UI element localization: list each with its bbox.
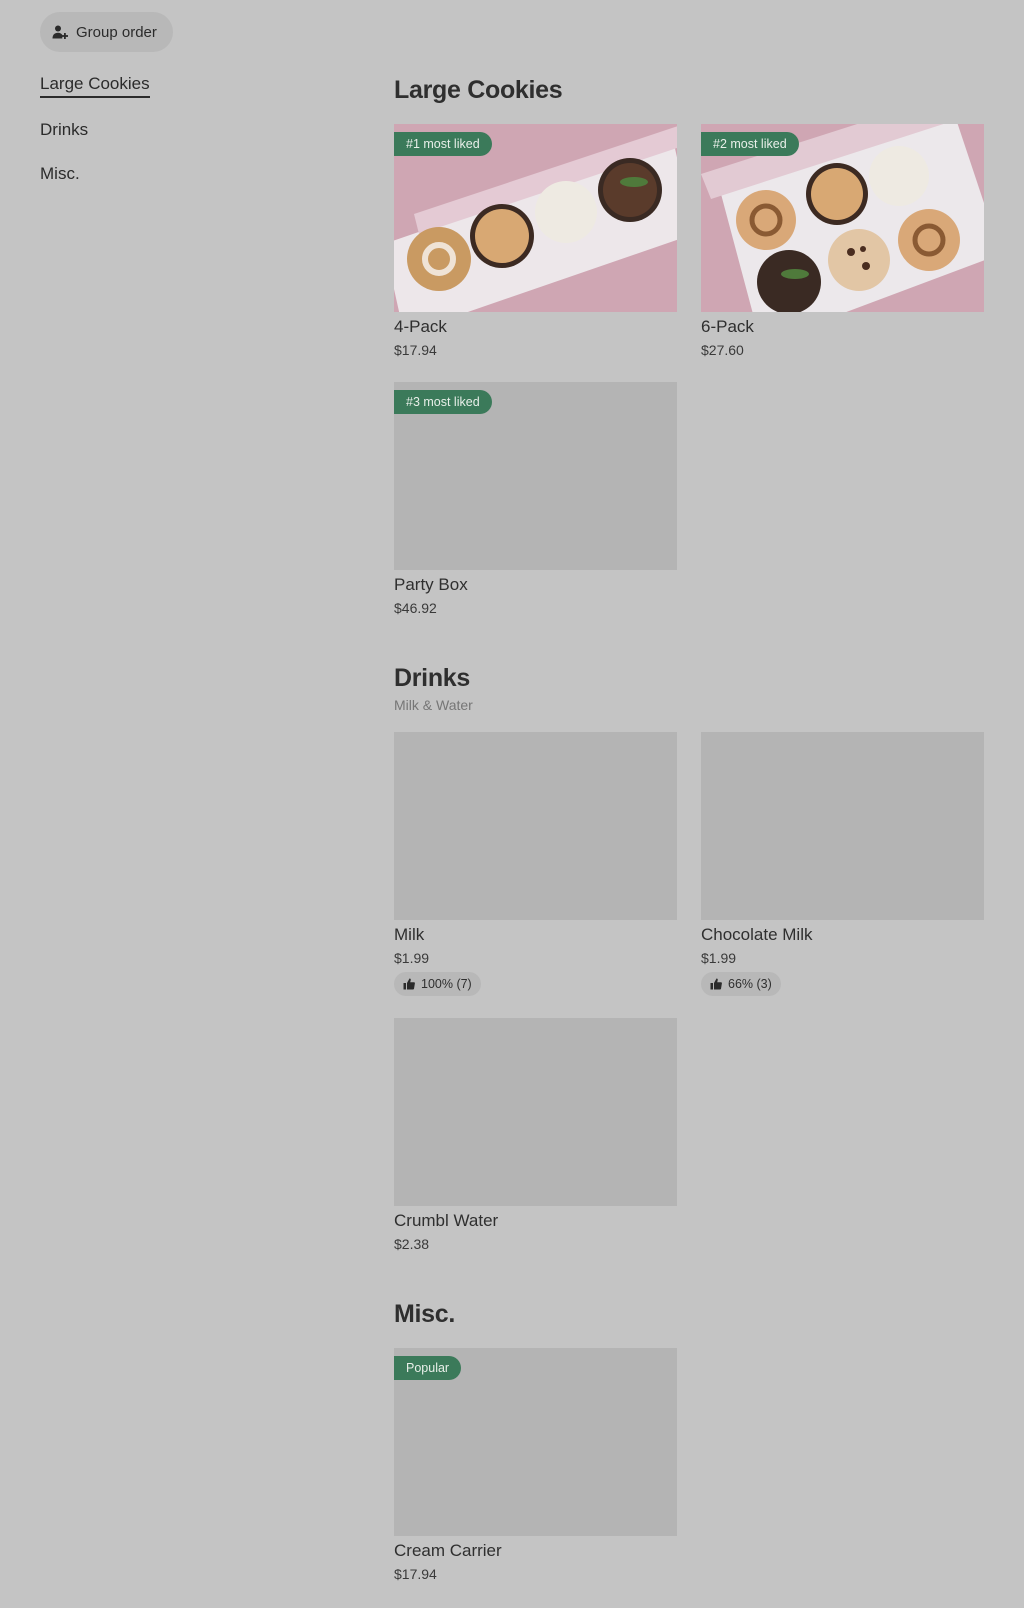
group-order-label: Group order [76,23,157,41]
add-person-icon [52,25,68,39]
item-badge: #2 most liked [701,132,799,156]
item-image: #1 most liked [394,124,677,312]
item-price: $27.60 [701,342,744,358]
nav-item-large-cookies[interactable]: Large Cookies [40,74,150,98]
item-price: $17.94 [394,342,437,358]
item-image [394,732,677,920]
item-name: 4-Pack [394,317,447,336]
menu-item-card[interactable]: Milk $1.99 100% (7) [394,732,677,996]
item-badge: Popular [394,1356,462,1380]
item-name: Chocolate Milk [701,925,813,944]
section-title-large-cookies: Large Cookies [394,76,563,104]
item-image [701,732,984,920]
group-order-button[interactable]: Group order [40,12,173,52]
item-image: #2 most liked [701,124,984,312]
item-name: Cream Carrier [394,1541,502,1560]
rating-badge: 100% (7) [394,972,481,996]
item-name: 6-Pack [701,317,754,336]
section-subtitle-drinks: Milk & Water [394,697,473,713]
item-price: $1.99 [701,950,737,966]
rating-text: 100% (7) [421,977,472,991]
rating-badge: 66% (3) [701,972,781,996]
item-image: Popular [394,1348,677,1536]
menu-item-card[interactable]: Popular Cream Carrier $17.94 [394,1348,677,1582]
item-name: Crumbl Water [394,1211,499,1230]
thumbs-up-icon [710,978,722,990]
item-badge: #1 most liked [394,132,492,156]
item-image [394,1018,677,1206]
menu-item-card[interactable]: #3 most liked Party Box $46.92 [394,382,677,616]
item-badge: #3 most liked [394,390,492,414]
item-price: $46.92 [394,600,437,616]
menu-item-card[interactable]: Crumbl Water $2.38 [394,1018,677,1252]
menu-item-card[interactable]: #2 most liked 6-Pack $27.60 [701,124,984,358]
item-price: $2.38 [394,1236,430,1252]
section-title-misc: Misc. [394,1300,456,1328]
item-image: #3 most liked [394,382,677,570]
menu-item-card[interactable]: #1 most liked 4-Pack $17.94 [394,124,677,358]
item-price: $17.94 [394,1566,437,1582]
thumbs-up-icon [403,978,415,990]
nav-item-misc[interactable]: Misc. [40,164,80,184]
item-name: Party Box [394,575,468,594]
menu-item-card[interactable]: Chocolate Milk $1.99 66% (3) [701,732,984,996]
section-title-drinks: Drinks [394,664,471,692]
rating-text: 66% (3) [728,977,772,991]
item-price: $1.99 [394,950,430,966]
item-name: Milk [394,925,425,944]
nav-item-drinks[interactable]: Drinks [40,120,88,140]
